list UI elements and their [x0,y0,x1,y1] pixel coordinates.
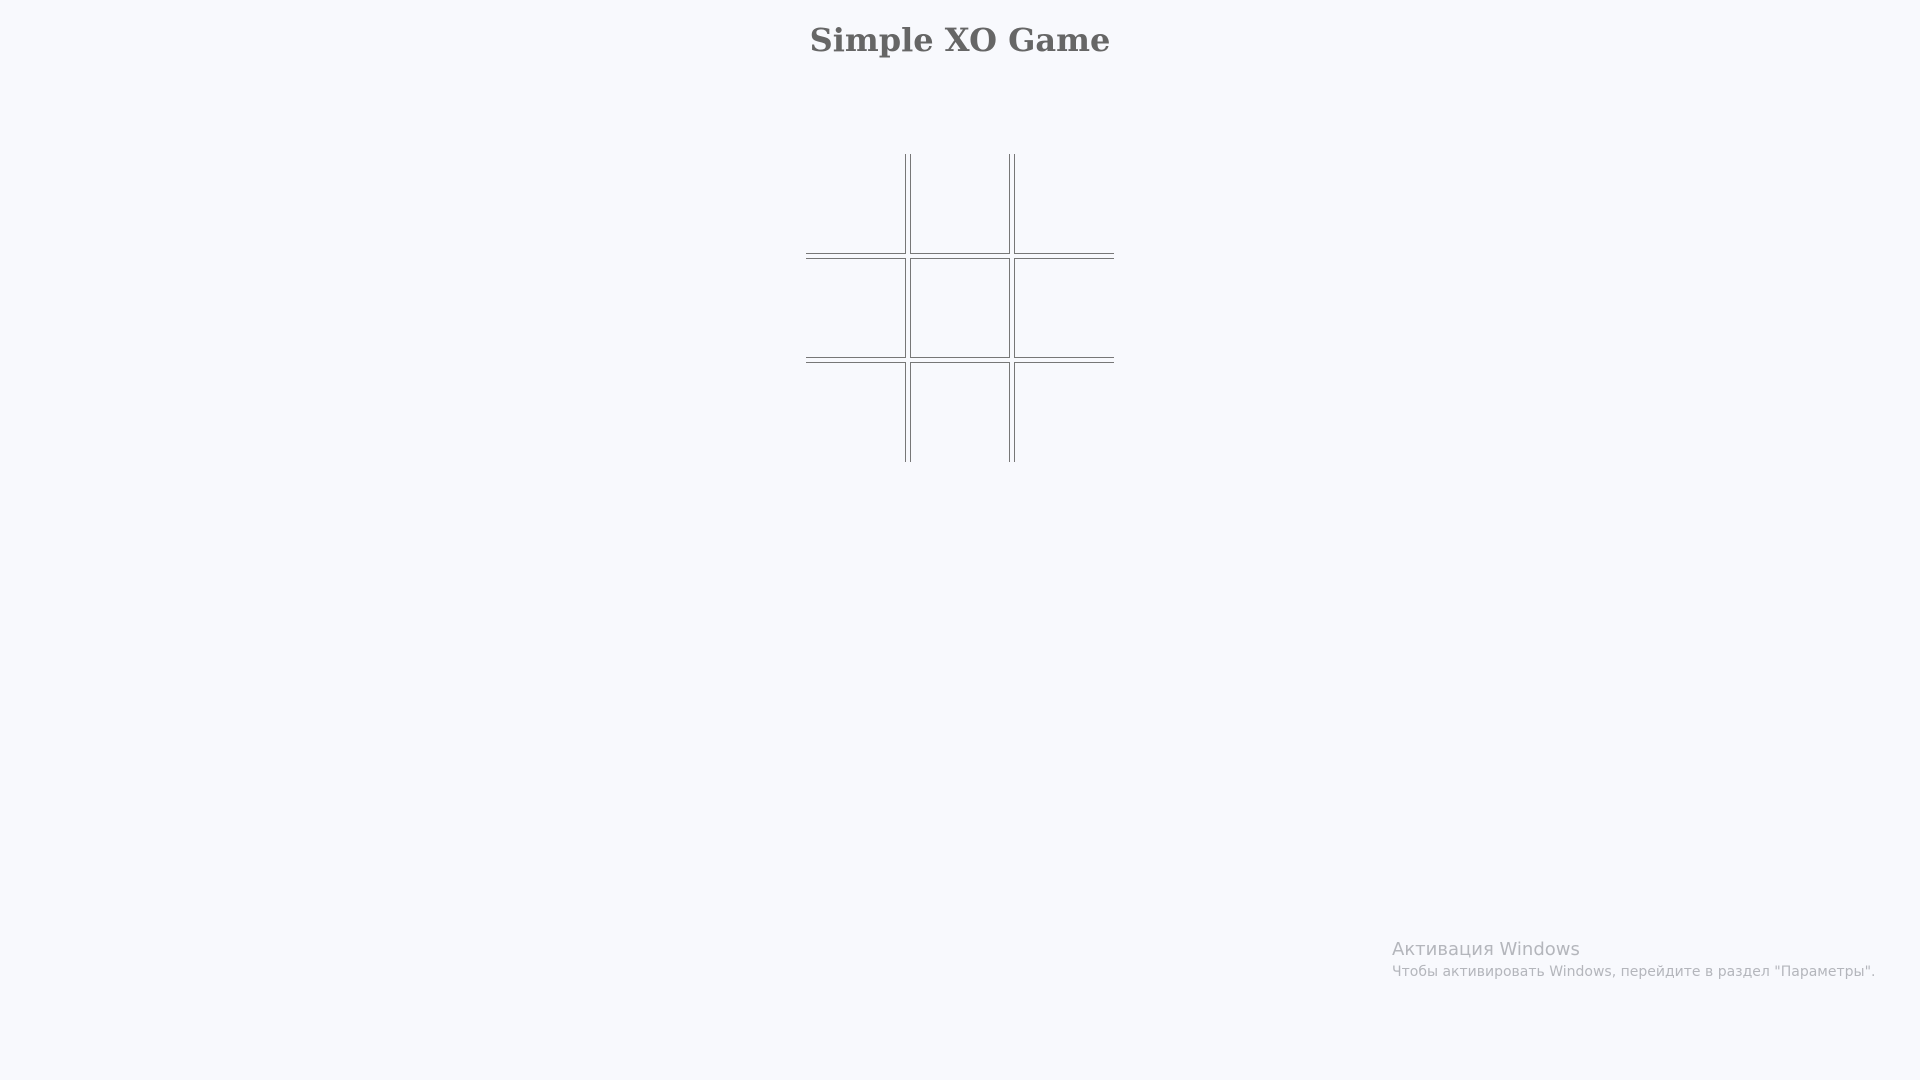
board-cell-4[interactable] [910,258,1010,358]
board-cell-8[interactable] [1014,362,1114,462]
board-cell-5[interactable] [1014,258,1114,358]
board-cell-0[interactable] [806,154,906,254]
board-cell-6[interactable] [806,362,906,462]
game-board [806,154,1114,462]
windows-activation-watermark: Активация Windows Чтобы активировать Win… [1392,938,1875,982]
watermark-title: Активация Windows [1392,939,1580,960]
game-page: Simple XO Game Активация Windows Чтобы а… [0,0,1920,1080]
watermark-subtitle: Чтобы активировать Windows, перейдите в … [1392,964,1876,980]
board-cell-2[interactable] [1014,154,1114,254]
game-title: Simple XO Game [809,21,1111,59]
board-cell-7[interactable] [910,362,1010,462]
board-cell-3[interactable] [806,258,906,358]
board-cell-1[interactable] [910,154,1010,254]
